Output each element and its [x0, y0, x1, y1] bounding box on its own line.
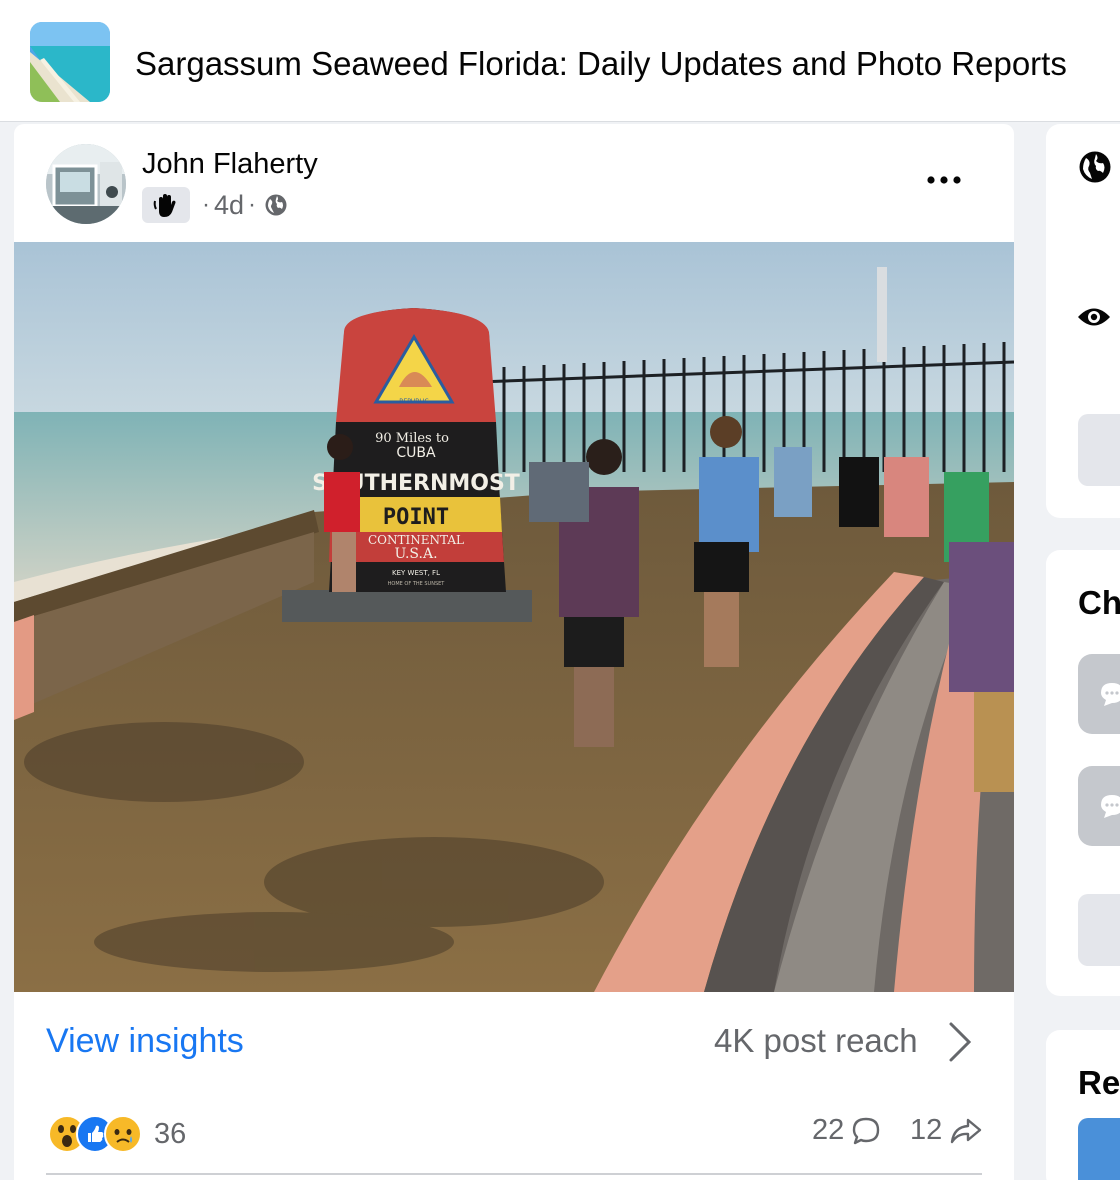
sad-reaction-icon — [104, 1115, 142, 1153]
share-count: 12 — [910, 1114, 943, 1146]
recent-media-thumbnail[interactable] — [1078, 1118, 1120, 1180]
comment-count: 22 — [812, 1114, 845, 1146]
reaction-count: 36 — [154, 1117, 187, 1150]
photo-sign-text: 90 Miles to — [375, 431, 449, 446]
author-name[interactable]: John Flaherty — [142, 148, 318, 181]
side-action-button[interactable] — [1078, 414, 1120, 486]
post-reach[interactable]: 4K post reach — [714, 1022, 918, 1060]
meta-separator: · — [248, 191, 257, 218]
photo-sign-text: POINT — [383, 505, 449, 530]
comment-icon — [850, 1115, 882, 1147]
comments-count-button[interactable]: 22 — [812, 1114, 882, 1147]
group-header: Sargassum Seaweed Florida: Daily Updates… — [0, 0, 1120, 122]
meta-separator: · — [202, 191, 210, 218]
eye-icon — [1076, 304, 1112, 335]
photo-sign-text: HOME OF THE SUNSET — [388, 581, 446, 587]
share-icon — [948, 1115, 984, 1147]
chat-icon[interactable] — [1078, 766, 1120, 846]
globe-icon — [264, 193, 288, 217]
side-card-heading: Ch — [1078, 584, 1120, 621]
photo-sign-text: CUBA — [396, 445, 436, 461]
side-action-button[interactable] — [1078, 894, 1120, 966]
side-card-chats: Ch — [1046, 550, 1120, 996]
side-card-about — [1046, 124, 1120, 518]
post-photo[interactable]: 90 Miles to CUBA SOUTHERNMOST POINT CONT… — [14, 242, 1014, 992]
photo-sign-text: REPUBLIC — [399, 398, 428, 405]
shares-count-button[interactable]: 12 — [910, 1114, 984, 1147]
post-meta: · 4d · — [142, 186, 288, 224]
photo-sign-text: CONTINENTAL — [368, 533, 464, 547]
more-dots-icon[interactable] — [914, 160, 974, 200]
photo-sign-text: KEY WEST, FL — [392, 569, 440, 577]
wave-hand-icon[interactable] — [142, 187, 190, 223]
side-card-heading: Re — [1078, 1064, 1120, 1101]
post-timestamp[interactable]: 4d — [214, 190, 244, 221]
side-card-recent: Re — [1046, 1030, 1120, 1180]
photo-sign-text: U.S.A. — [394, 546, 437, 562]
group-cover-thumbnail[interactable] — [30, 22, 110, 102]
view-insights-link[interactable]: View insights — [46, 1022, 244, 1061]
author-avatar[interactable] — [46, 144, 126, 224]
post-divider — [46, 1173, 982, 1175]
chat-icon[interactable] — [1078, 654, 1120, 734]
globe-icon — [1078, 150, 1112, 189]
post-card: John Flaherty · 4d · 90 Miles to CUBA SO… — [14, 124, 1014, 1180]
group-title[interactable]: Sargassum Seaweed Florida: Daily Updates… — [135, 44, 1067, 84]
reactions-summary[interactable]: 36 — [48, 1114, 186, 1154]
chevron-right-icon[interactable] — [944, 1020, 974, 1069]
